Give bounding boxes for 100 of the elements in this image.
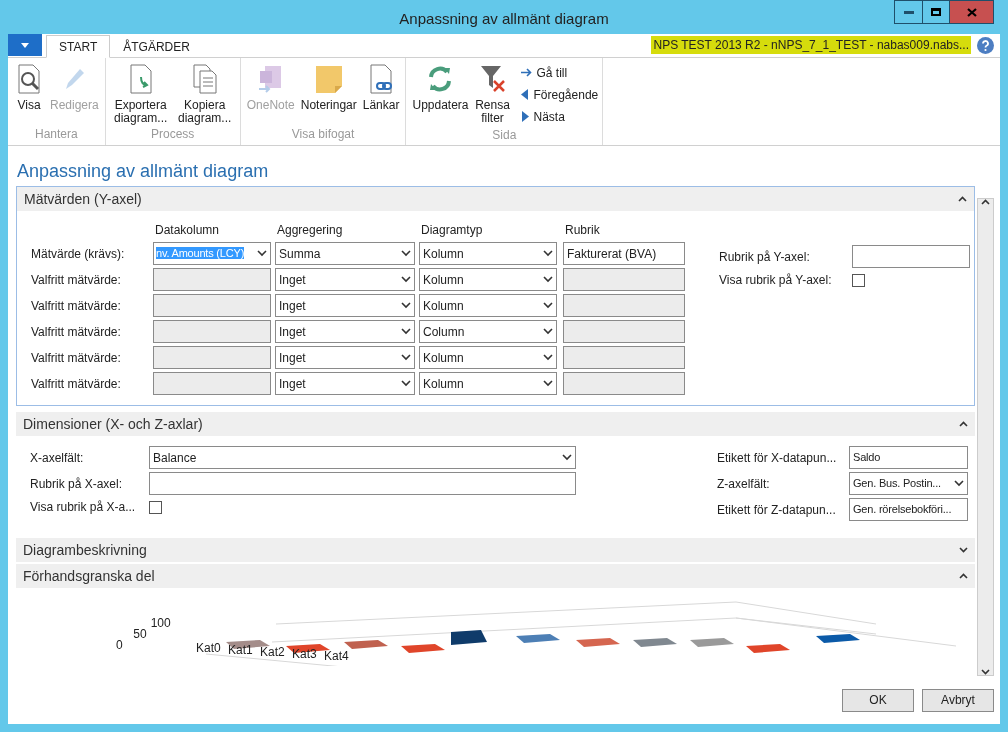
triangle-left-icon — [520, 89, 529, 100]
input-field[interactable] — [852, 245, 970, 268]
category-label: Kat4 — [324, 650, 350, 663]
row-label: Valfritt mätvärde: — [31, 323, 122, 341]
axis-tick-label: 100 — [150, 618, 171, 629]
row-label: Valfritt mätvärde: — [31, 375, 122, 393]
input-field[interactable] — [149, 472, 576, 495]
category-label: Kat2 — [260, 646, 286, 659]
dropdown-field[interactable]: Inget — [275, 294, 415, 317]
row-label: Mätvärde (krävs): — [31, 245, 126, 263]
chevron-down-icon — [543, 250, 553, 257]
chevron-down-icon — [543, 302, 553, 309]
input-field[interactable]: Gen. rörelsebokföri... — [849, 498, 968, 521]
input-field[interactable] — [563, 346, 685, 369]
nav-link[interactable]: Gå till — [520, 63, 599, 82]
minimize-button[interactable] — [894, 0, 923, 24]
dropdown-field[interactable]: Kolumn — [419, 294, 557, 317]
close-icon — [966, 7, 977, 17]
dropdown-field[interactable]: Column — [419, 320, 557, 343]
section-title: Förhandsgranska del — [23, 566, 155, 586]
section-header[interactable]: Förhandsgranska del — [16, 564, 975, 588]
ribbon-button[interactable]: Noteringar — [298, 63, 359, 125]
dropdown-field[interactable]: Kolumn — [419, 242, 557, 265]
ribbon-tab[interactable]: ÅTGÄRDER — [110, 35, 203, 58]
nav-link[interactable]: Föregående — [520, 85, 599, 104]
field-label: X-axelfält: — [30, 449, 85, 467]
chevron-down-icon — [543, 354, 553, 361]
maximize-icon — [931, 8, 941, 16]
input-field[interactable] — [563, 372, 685, 395]
ribbon-button[interactable]: Kopiera diagram... — [173, 63, 236, 125]
ribbon-button[interactable]: Rensa filter — [472, 63, 513, 126]
chevron-up-icon[interactable] — [959, 421, 968, 427]
dropdown-field[interactable]: Inget — [275, 346, 415, 369]
checkbox[interactable] — [852, 273, 865, 287]
chevron-down-icon — [954, 480, 964, 487]
input-field[interactable]: Saldo — [849, 446, 968, 469]
scrollbar[interactable] — [977, 198, 994, 676]
chevron-up-icon[interactable] — [981, 199, 990, 205]
dropdown-field[interactable]: Gen. Bus. Postin... — [849, 472, 968, 495]
input-field[interactable] — [563, 294, 685, 317]
chevron-down-icon — [543, 276, 553, 283]
input-field[interactable] — [153, 346, 271, 369]
section-title: Mätvärden (Y-axel) — [24, 189, 142, 209]
input-field[interactable] — [153, 294, 271, 317]
column-header: Aggregering — [276, 222, 344, 239]
field-label: Visa rubrik på X-a... — [30, 499, 137, 516]
input-field[interactable] — [153, 372, 271, 395]
ribbon-button[interactable]: Uppdatera — [410, 63, 471, 126]
ribbon-tab[interactable]: START — [46, 35, 111, 58]
dropdown-field[interactable]: Balance — [149, 446, 576, 469]
chevron-down-icon — [543, 328, 553, 335]
column-header: Diagramtyp — [420, 222, 484, 239]
chevron-down-icon[interactable] — [981, 669, 990, 675]
chevron-down-icon — [257, 250, 267, 257]
page-title: Anpassning av allmänt diagram — [16, 160, 270, 183]
dropdown-field[interactable]: Inget — [275, 372, 415, 395]
ribbon-button[interactable]: Exportera diagram... — [109, 63, 172, 125]
axis-tick-label: 0 — [116, 640, 123, 651]
ribbon-group-label: Process — [150, 126, 196, 143]
input-field[interactable] — [153, 320, 271, 343]
field-label: Visa rubrik på Y-axel: — [719, 272, 833, 289]
input-field[interactable]: Fakturerat (BVA) — [563, 242, 685, 265]
dialog-button[interactable]: Avbryt — [922, 688, 994, 712]
dropdown-field[interactable]: Inget — [275, 320, 415, 343]
ribbon-button[interactable]: Visa — [12, 63, 46, 125]
dropdown-field[interactable]: Kolumn — [419, 372, 557, 395]
checkbox[interactable] — [149, 500, 162, 514]
ribbon-group-label: Sida — [491, 127, 518, 144]
dropdown-field[interactable]: Summa — [275, 242, 415, 265]
dialog-button[interactable]: OK — [842, 688, 914, 712]
section-header[interactable]: Diagrambeskrivning — [16, 538, 975, 562]
input-field[interactable] — [153, 268, 271, 291]
input-field[interactable] — [563, 268, 685, 291]
column-header: Datakolumn — [154, 222, 221, 239]
field-label: Etikett för Z-datapun... — [717, 501, 837, 519]
chevron-up-icon[interactable] — [958, 196, 967, 202]
section-title: Diagrambeskrivning — [23, 540, 147, 560]
chevron-down-icon[interactable] — [959, 547, 968, 553]
ribbon-group-label: Visa bifogat — [290, 126, 356, 143]
dropdown-field[interactable]: Kolumn — [419, 268, 557, 291]
chevron-down-icon — [401, 328, 411, 335]
chevron-down-icon — [401, 354, 411, 361]
nav-link[interactable]: Nästa — [520, 107, 599, 126]
section-header[interactable]: Dimensioner (X- och Z-axlar) — [16, 412, 975, 436]
dropdown-arrow-icon — [21, 42, 29, 48]
section-title: Dimensioner (X- och Z-axlar) — [23, 414, 203, 434]
row-label: Valfritt mätvärde: — [31, 297, 122, 315]
help-icon[interactable] — [977, 37, 994, 54]
ribbon-button[interactable]: Länkar — [360, 63, 402, 125]
chevron-down-icon — [401, 250, 411, 257]
section-header[interactable]: Mätvärden (Y-axel) — [17, 187, 974, 211]
chevron-up-icon[interactable] — [959, 573, 968, 579]
triangle-right-icon — [520, 111, 529, 122]
close-button[interactable] — [949, 0, 994, 24]
dropdown-field[interactable]: Inget — [275, 268, 415, 291]
app-menu-button[interactable] — [8, 34, 42, 56]
dropdown-field[interactable]: Kolumn — [419, 346, 557, 369]
input-field[interactable] — [563, 320, 685, 343]
field-label: Rubrik på X-axel: — [30, 475, 124, 493]
row-label: Valfritt mätvärde: — [31, 271, 122, 289]
